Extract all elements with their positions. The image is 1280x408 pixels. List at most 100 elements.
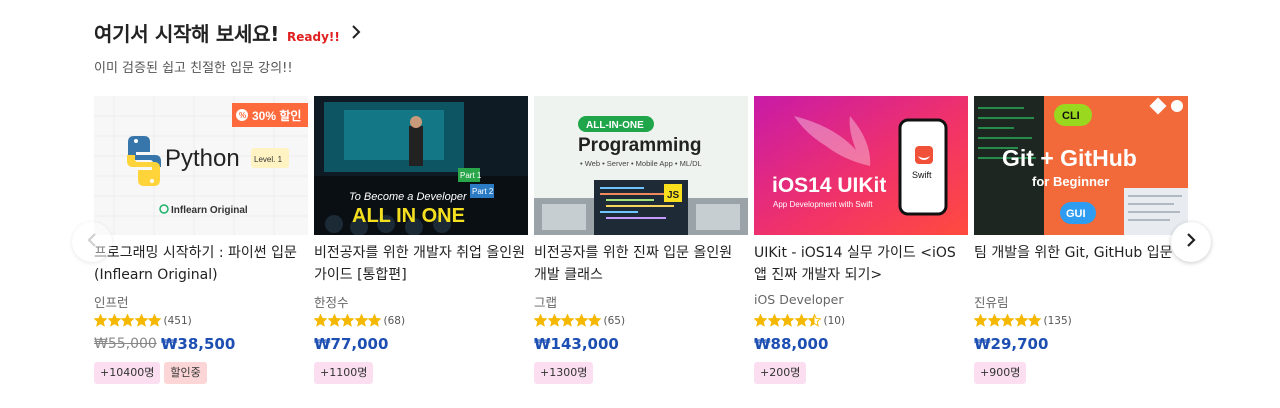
section-title: 여기서 시작해 보세요! xyxy=(94,22,280,46)
discount-badge: % 30% 할인 xyxy=(232,103,308,127)
course-title[interactable]: 프로그래밍 시작하기 : 파이썬 입문 (Inflearn Original) xyxy=(94,242,308,286)
star-icon xyxy=(547,314,561,327)
course-thumbnail[interactable]: To Become a Developer ALL IN ONE Part 1 … xyxy=(314,96,528,235)
star-icon xyxy=(134,314,148,327)
star-icon xyxy=(354,314,368,327)
star-icon xyxy=(781,314,794,327)
star-icon xyxy=(1028,314,1041,327)
course-price: ₩143,000 xyxy=(534,335,619,353)
chevron-right-icon xyxy=(1186,232,1196,252)
course-price: ₩38,500 xyxy=(160,335,236,353)
original-price: ₩55,000 xyxy=(94,336,157,352)
star-rating xyxy=(754,314,822,327)
course-price: ₩88,000 xyxy=(754,335,829,353)
chevron-right-icon[interactable] xyxy=(350,23,362,44)
course-tags: +900명 xyxy=(974,362,1188,384)
star-icon xyxy=(121,314,134,327)
students-tag: +10400명 xyxy=(94,362,161,384)
star-icon xyxy=(327,314,341,327)
course-track: % 30% 할인 Python Level. 1 Inflearn Origin… xyxy=(94,96,1190,384)
students-tag: +200명 xyxy=(754,362,807,384)
svg-text:Programming: Programming xyxy=(578,135,702,156)
svg-text:ALL-IN-ONE: ALL-IN-ONE xyxy=(586,120,644,131)
star-rating xyxy=(534,314,602,327)
course-thumbnail[interactable]: ALL-IN-ONE Programming • Web • Server • … xyxy=(534,96,748,235)
course-instructor: 인프런 xyxy=(94,295,129,310)
sale-tag: 할인중 xyxy=(164,362,207,384)
course-price: ₩29,700 xyxy=(974,335,1049,353)
price-row: ₩29,700 xyxy=(974,334,1188,354)
course-thumbnail[interactable]: % 30% 할인 Python Level. 1 Inflearn Origin… xyxy=(94,96,308,235)
star-rating xyxy=(94,314,162,327)
star-icon xyxy=(314,314,327,327)
course-tags: +200명 xyxy=(754,362,968,384)
course-title[interactable]: 비전공자를 위한 개발자 취업 올인원 가이드 [통합편] xyxy=(314,242,528,286)
section-subtitle: 이미 검증된 쉽고 친절한 입문 강의!! xyxy=(94,61,293,76)
star-icon xyxy=(107,314,121,327)
star-icon xyxy=(94,314,107,327)
star-icon xyxy=(754,314,767,327)
star-icon xyxy=(148,314,161,327)
course-card-programming[interactable]: ALL-IN-ONE Programming • Web • Server • … xyxy=(534,96,748,384)
course-instructor: iOS Developer xyxy=(754,292,844,307)
svg-text:Git + GitHub: Git + GitHub xyxy=(1002,145,1137,171)
course-card-dev-career[interactable]: To Become a Developer ALL IN ONE Part 1 … xyxy=(314,96,528,384)
course-rating: (451) xyxy=(94,313,308,328)
course-rating: (135) xyxy=(974,313,1188,328)
course-instructor: 그랩 xyxy=(534,295,558,310)
price-row: ₩143,000 xyxy=(534,334,748,354)
price-row: ₩55,000 ₩38,500 xyxy=(94,334,308,354)
price-row: ₩88,000 xyxy=(754,334,968,354)
star-rating xyxy=(314,314,382,327)
svg-text:JS: JS xyxy=(667,190,680,201)
carousel-next-button[interactable] xyxy=(1171,222,1211,262)
svg-text:Python: Python xyxy=(165,145,240,172)
rating-count: (135) xyxy=(1043,314,1072,327)
svg-text:ALL IN ONE: ALL IN ONE xyxy=(352,205,465,227)
course-card-git-github[interactable]: CLI Git + GitHub for Beginner GUI 팀 개발을 … xyxy=(974,96,1188,384)
star-icon xyxy=(341,314,354,327)
rating-count: (451) xyxy=(163,314,192,327)
course-title[interactable]: UIKit - iOS14 실무 가이드 <iOS앱 진짜 개발자 되기> xyxy=(754,242,968,286)
rating-count: (68) xyxy=(383,314,406,327)
course-rating: (65) xyxy=(534,313,748,328)
star-icon xyxy=(1014,314,1028,327)
course-tags: +1100명 xyxy=(314,362,528,384)
star-icon xyxy=(534,314,547,327)
section-header: 여기서 시작해 보세요! Ready!! xyxy=(94,18,362,47)
course-instructor: 진유림 xyxy=(974,295,1009,310)
star-icon xyxy=(561,314,574,327)
course-price: ₩77,000 xyxy=(314,335,389,353)
star-icon xyxy=(767,314,781,327)
course-thumbnail[interactable]: CLI Git + GitHub for Beginner GUI xyxy=(974,96,1188,235)
star-icon xyxy=(1001,314,1014,327)
carousel-prev-button[interactable] xyxy=(72,222,112,262)
star-icon xyxy=(987,314,1001,327)
svg-text:App Development with Swift: App Development with Swift xyxy=(773,200,873,209)
chevron-left-icon xyxy=(87,232,97,252)
star-icon xyxy=(588,314,601,327)
course-instructor: 한정수 xyxy=(314,295,349,310)
course-thumbnail[interactable]: iOS14 UIKit App Development with Swift S… xyxy=(754,96,968,235)
svg-text:for Beginner: for Beginner xyxy=(1032,174,1109,189)
students-tag: +900명 xyxy=(974,362,1027,384)
rating-count: (10) xyxy=(823,314,846,327)
github-icon xyxy=(1171,100,1183,112)
star-icon xyxy=(574,314,588,327)
star-icon xyxy=(808,314,821,327)
course-card-ios-uikit[interactable]: iOS14 UIKit App Development with Swift S… xyxy=(754,96,968,384)
svg-text:Part 2: Part 2 xyxy=(472,187,494,196)
course-card-python[interactable]: % 30% 할인 Python Level. 1 Inflearn Origin… xyxy=(94,96,308,384)
svg-text:Inflearn Original: Inflearn Original xyxy=(171,205,248,216)
course-title[interactable]: 비전공자를 위한 진짜 입문 올인원 개발 클래스 xyxy=(534,242,748,286)
price-row: ₩77,000 xyxy=(314,334,528,354)
svg-text:Level. 1: Level. 1 xyxy=(254,155,283,164)
svg-text:Swift: Swift xyxy=(912,170,932,180)
svg-text:%: % xyxy=(239,111,246,120)
svg-text:To Become a Developer: To Become a Developer xyxy=(349,191,468,203)
star-icon xyxy=(368,314,381,327)
svg-text:iOS14 UIKit: iOS14 UIKit xyxy=(772,174,886,197)
course-title[interactable]: 팀 개발을 위한 Git, GitHub 입문 xyxy=(974,242,1188,286)
svg-text:GUI: GUI xyxy=(1066,208,1086,220)
star-icon xyxy=(974,314,987,327)
